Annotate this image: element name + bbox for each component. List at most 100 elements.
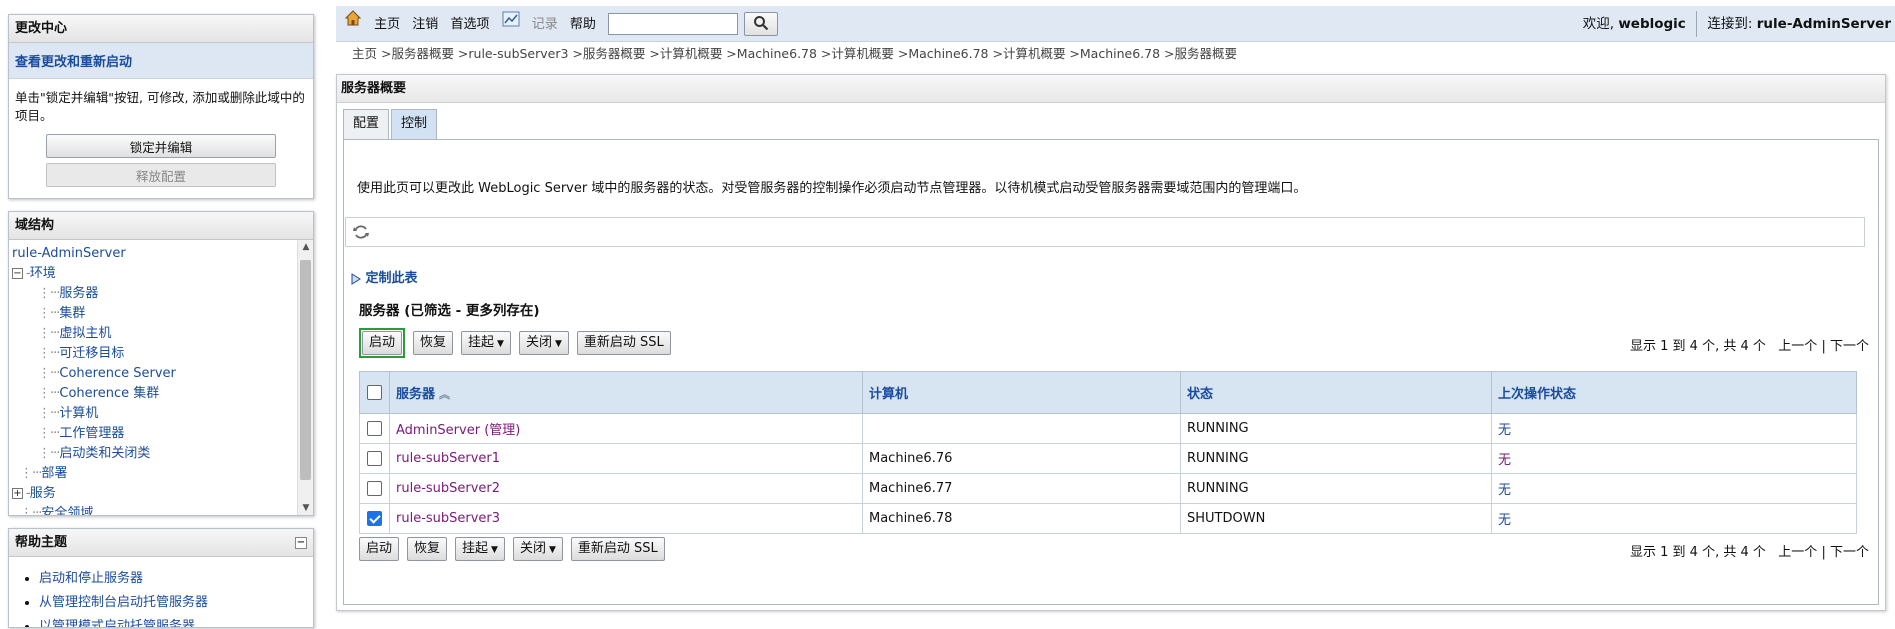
tree-item-migratable-targets[interactable]: 可迁移目标	[59, 346, 124, 361]
tree-item-coherence-clusters[interactable]: Coherence 集群	[59, 386, 159, 401]
tree-root[interactable]: rule-AdminServer	[12, 246, 126, 261]
column-server[interactable]: 服务器 ︽	[389, 371, 863, 414]
tab-bar: 配置 控制	[343, 109, 439, 139]
column-last-action[interactable]: 上次操作状态	[1491, 371, 1857, 414]
customize-label[interactable]: 定制此表	[366, 271, 418, 286]
machine-cell: Machine6.76	[862, 443, 1181, 474]
tab-configuration[interactable]: 配置	[343, 109, 390, 139]
state-cell: RUNNING	[1180, 443, 1492, 474]
tree-item-coherence-server[interactable]: Coherence Server	[59, 366, 175, 381]
search-input[interactable]	[608, 13, 738, 35]
shutdown-button[interactable]: 关闭 ▼	[518, 331, 569, 355]
last-action-link[interactable]: 无	[1498, 423, 1511, 438]
help-link-start-stop[interactable]: 启动和停止服务器	[39, 571, 143, 586]
server-link[interactable]: AdminServer (管理)	[396, 423, 520, 438]
preferences-link[interactable]: 首选项	[450, 17, 489, 32]
expand-arrow-icon	[351, 272, 361, 285]
machine-cell	[862, 413, 1181, 444]
record-icon[interactable]	[502, 6, 520, 42]
help-link-admin-mode[interactable]: 以管理模式启动托管服务器	[39, 619, 195, 627]
start-button[interactable]: 启动	[362, 331, 403, 355]
table-row: AdminServer (管理) RUNNING 无	[359, 413, 1857, 444]
tree-item-clusters[interactable]: 集群	[59, 306, 85, 321]
record-link[interactable]: 记录	[532, 17, 558, 32]
table-row: rule-subServer1 Machine6.76 RUNNING 无	[359, 443, 1857, 474]
tree-item-machines[interactable]: 计算机	[59, 406, 98, 421]
row-checkbox[interactable]	[367, 451, 382, 466]
pager-summary: 显示 1 到 4 个, 共 4 个	[1630, 545, 1766, 560]
shutdown-button[interactable]: 关闭 ▼	[512, 537, 563, 561]
tree-item-security-realms[interactable]: 安全领域	[41, 506, 93, 515]
change-center-panel: 更改中心 查看更改和重新启动 单击"锁定并编辑"按钮, 可修改, 添加或删除此域…	[8, 14, 314, 199]
resume-button[interactable]: 恢复	[407, 537, 448, 561]
tree-item-work-managers[interactable]: 工作管理器	[59, 426, 124, 441]
collapse-icon[interactable]: −	[12, 268, 23, 279]
page-title: 服务器概要	[337, 75, 1885, 103]
top-toolbar: 主页 注销 首选项 记录 帮助 欢迎, weblogic 连接到: rule-A…	[336, 6, 1895, 42]
machine-cell: Machine6.78	[862, 503, 1181, 534]
tab-control[interactable]: 控制	[391, 109, 438, 139]
customize-table-link[interactable]: 定制此表	[351, 267, 418, 286]
server-link[interactable]: rule-subServer1	[396, 451, 500, 466]
search-button[interactable]	[744, 12, 778, 36]
home-link[interactable]: 主页	[374, 17, 400, 32]
tree-scrollbar[interactable]: ▲ ▼	[297, 240, 313, 515]
chevron-down-icon: ▼	[548, 545, 556, 555]
restart-ssl-button[interactable]: 重新启动 SSL	[570, 537, 665, 561]
refresh-bar	[345, 217, 1865, 247]
domain-structure-panel: 域结构 rule-AdminServer − -环境 ⋮···服务器 ⋮···集群…	[8, 211, 314, 516]
breadcrumb[interactable]: 主页 >服务器概要 >rule-subServer3 >服务器概要 >计算机概要…	[352, 43, 1237, 62]
domain-structure-title: 域结构	[9, 212, 313, 240]
help-link[interactable]: 帮助	[570, 17, 596, 32]
pager-next[interactable]: 下一个	[1830, 545, 1869, 560]
scroll-thumb[interactable]	[300, 260, 311, 480]
last-action-link[interactable]: 无	[1498, 483, 1511, 498]
table-actions-bottom: 启动 恢复 挂起 ▼ 关闭 ▼ 重新启动 SSL	[359, 537, 673, 565]
suspend-button[interactable]: 挂起 ▼	[461, 331, 511, 355]
scroll-up-icon[interactable]: ▲	[298, 242, 313, 252]
tree-item-deployments[interactable]: 部署	[41, 466, 67, 481]
pager-summary: 显示 1 到 4 个, 共 4 个	[1630, 339, 1766, 354]
search-icon	[754, 15, 769, 30]
column-state[interactable]: 状态	[1180, 371, 1492, 414]
expand-icon[interactable]: +	[12, 488, 23, 499]
start-button[interactable]: 启动	[359, 537, 400, 561]
pager-prev[interactable]: 上一个	[1778, 339, 1817, 354]
server-link[interactable]: rule-subServer2	[396, 481, 500, 496]
pager-next[interactable]: 下一个	[1830, 339, 1869, 354]
pager-prev[interactable]: 上一个	[1778, 545, 1817, 560]
last-action-link[interactable]: 无	[1498, 453, 1511, 468]
sort-ascending-icon: ︽	[439, 388, 451, 401]
row-checkbox[interactable]	[367, 481, 382, 496]
last-action-link[interactable]: 无	[1498, 513, 1511, 528]
tree-item-environment[interactable]: 环境	[30, 266, 56, 281]
row-checkbox[interactable]	[367, 421, 382, 436]
chevron-down-icon: ▼	[491, 545, 498, 555]
tree-item-servers[interactable]: 服务器	[59, 286, 98, 301]
home-icon[interactable]	[344, 6, 362, 42]
view-changes-link[interactable]: 查看更改和重新启动	[9, 43, 313, 79]
chevron-down-icon: ▼	[497, 339, 504, 349]
scroll-down-icon[interactable]: ▼	[298, 503, 313, 513]
server-link[interactable]: rule-subServer3	[396, 511, 500, 526]
tree-item-virtual-hosts[interactable]: 虚拟主机	[59, 326, 111, 341]
suspend-button[interactable]: 挂起 ▼	[455, 537, 505, 561]
resume-button[interactable]: 恢复	[413, 331, 454, 355]
logout-link[interactable]: 注销	[412, 17, 438, 32]
row-checkbox[interactable]	[367, 511, 382, 526]
chevron-down-icon: ▼	[554, 339, 562, 349]
refresh-icon[interactable]	[352, 223, 370, 245]
welcome-label: 欢迎,	[1582, 16, 1615, 32]
servers-table: 服务器 ︽ 计算机 状态 上次操作状态 AdminServer (管理) RUNN…	[359, 371, 1857, 534]
tree-item-services[interactable]: 服务	[30, 486, 56, 501]
column-machine[interactable]: 计算机	[862, 371, 1181, 414]
state-cell: RUNNING	[1180, 473, 1492, 504]
restart-ssl-button[interactable]: 重新启动 SSL	[576, 331, 671, 355]
lock-and-edit-button[interactable]: 锁定并编辑	[46, 134, 276, 158]
help-link-start-managed[interactable]: 从管理控制台启动托管服务器	[39, 595, 208, 610]
collapse-panel-icon[interactable]: −	[295, 537, 307, 549]
select-all-checkbox[interactable]	[367, 385, 382, 400]
release-configuration-button[interactable]: 释放配置	[46, 163, 276, 187]
tree-item-startup-shutdown[interactable]: 启动类和关闭类	[59, 446, 150, 461]
table-title: 服务器 (已筛选 - 更多列存在)	[359, 303, 540, 319]
